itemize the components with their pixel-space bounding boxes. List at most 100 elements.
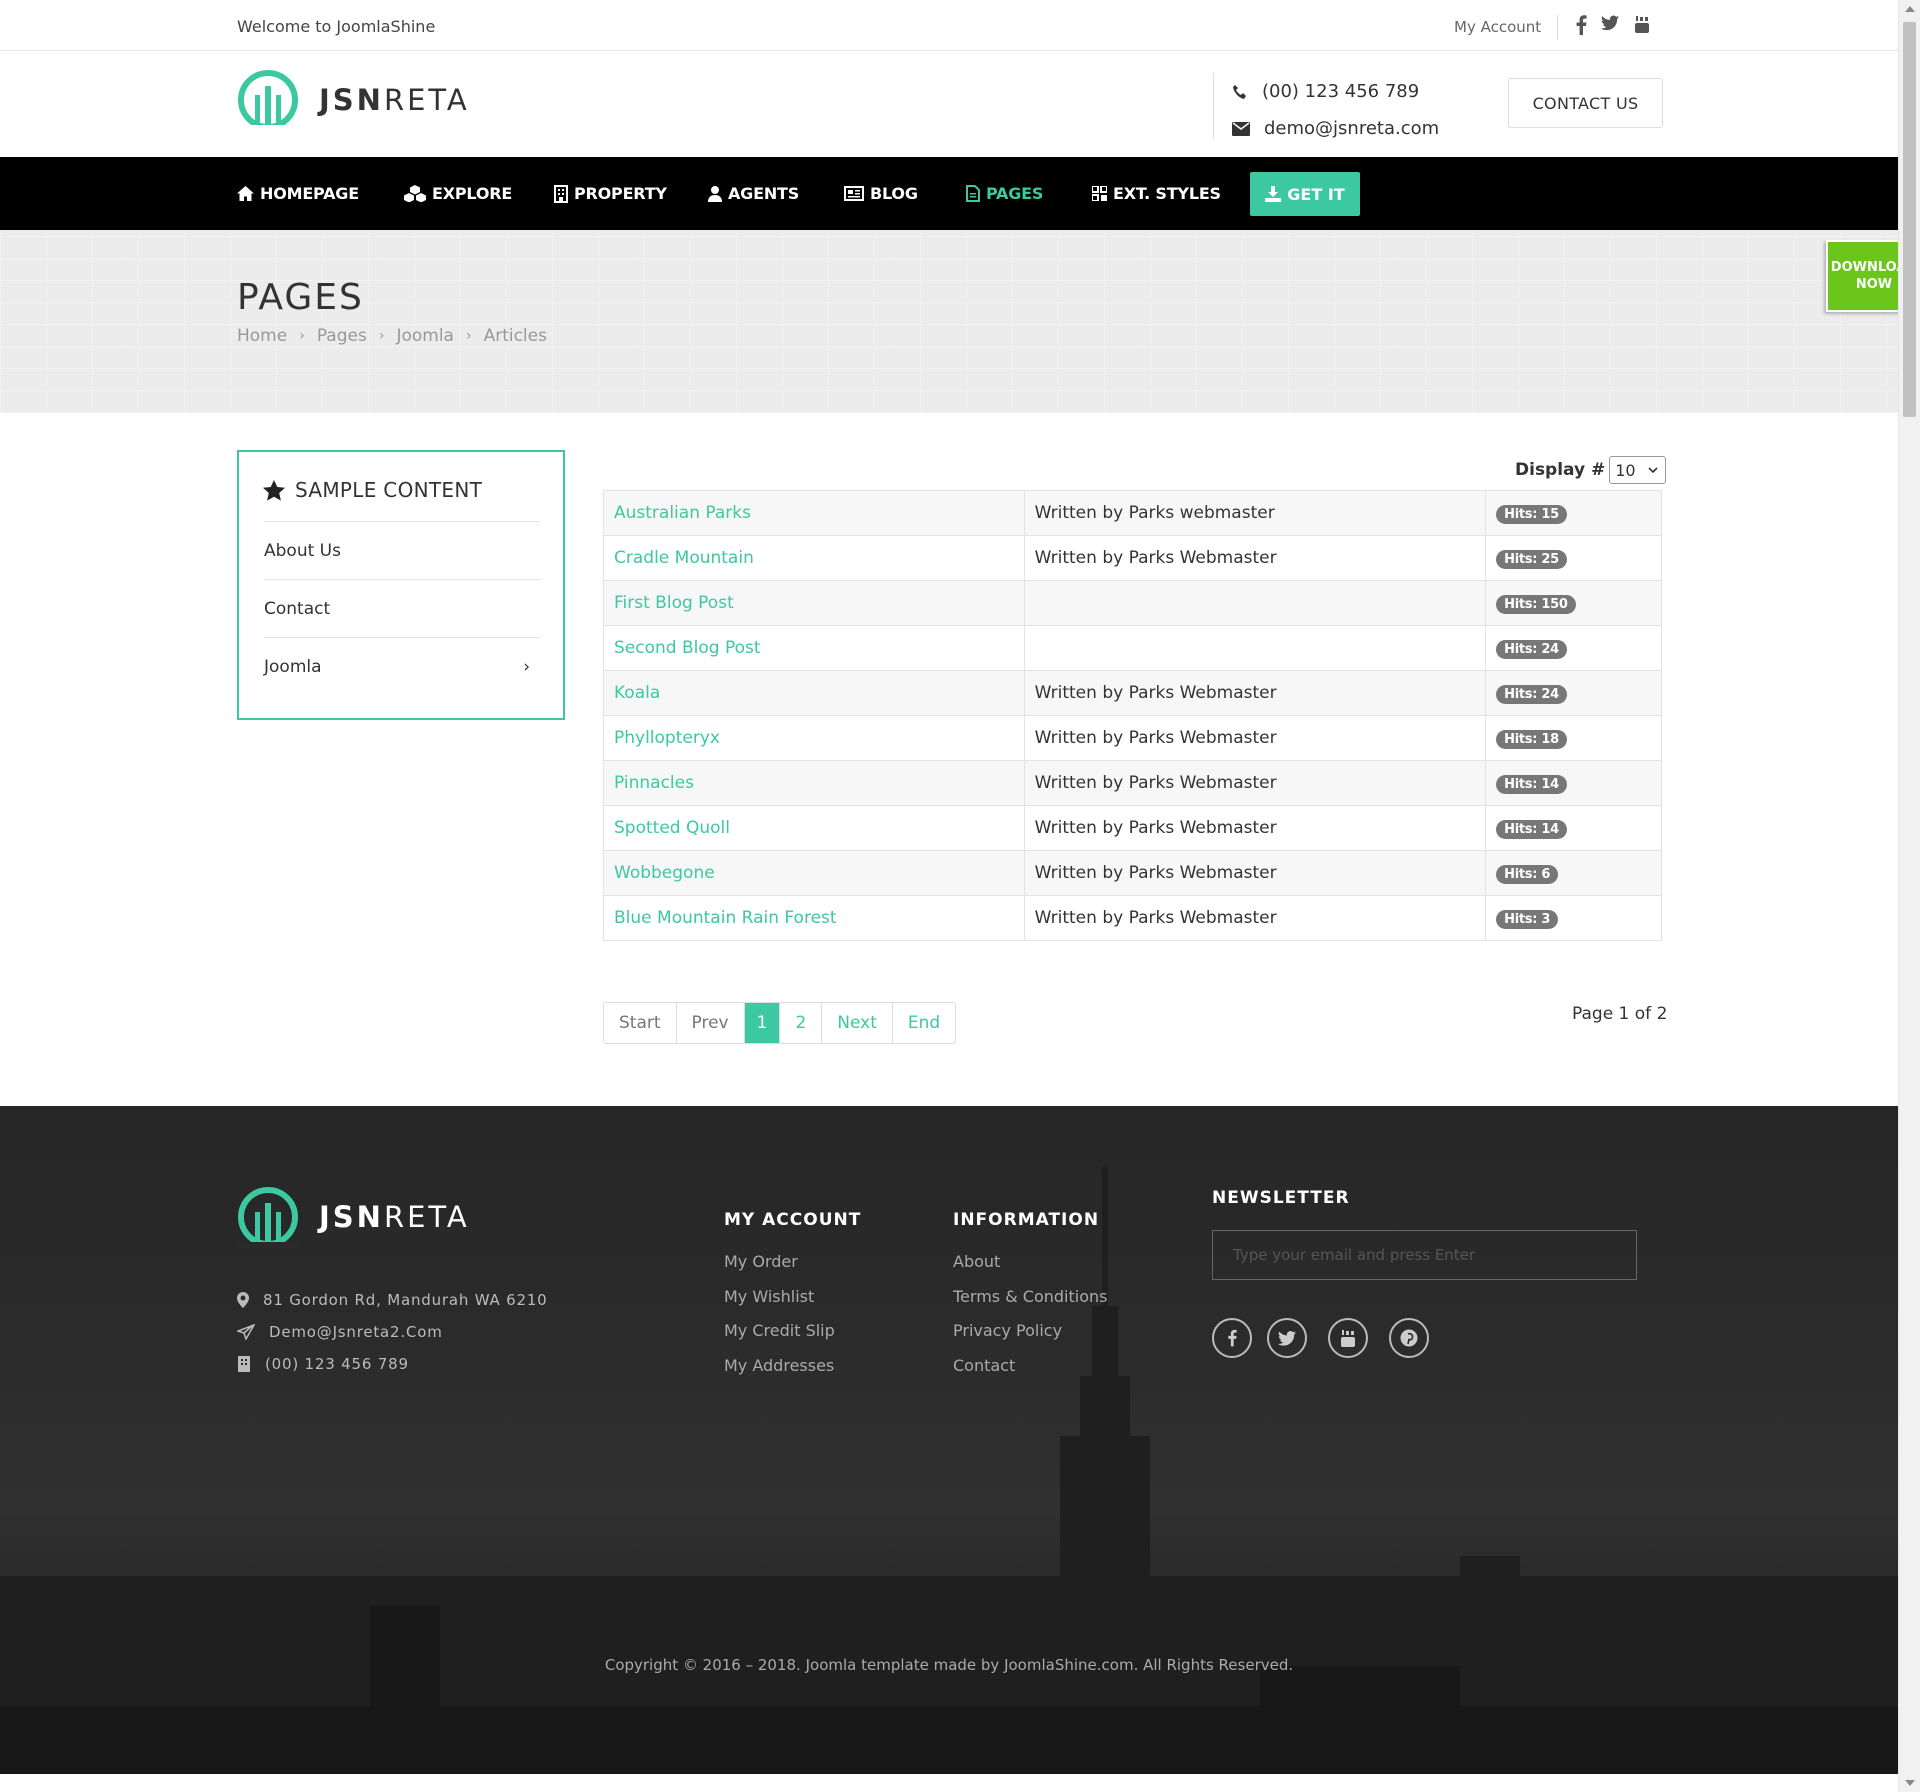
header-contact-info: (00) 123 456 789 demo@jsnreta.com bbox=[1213, 73, 1439, 139]
pagination-page-1[interactable]: 1 bbox=[744, 1003, 781, 1043]
sidebar-title: SAMPLE CONTENT bbox=[263, 478, 482, 502]
top-bar: Welcome to JoomlaShine My Account bbox=[0, 0, 1898, 51]
hits-badge: Hits: 14 bbox=[1496, 774, 1567, 794]
page-counter: Page 1 of 2 bbox=[1572, 1004, 1668, 1024]
chevron-down-icon bbox=[1648, 466, 1658, 473]
pagination: Start Prev 1 2 Next End bbox=[603, 1002, 957, 1044]
article-author: Written by Parks Webmaster bbox=[1023, 805, 1487, 851]
nav-item-blog[interactable]: BLOG bbox=[844, 157, 918, 230]
nav-item-explore[interactable]: EXPLORE bbox=[404, 157, 512, 230]
breadcrumb-pages[interactable]: Pages bbox=[317, 326, 367, 346]
site-footer: JSNRETA 81 Gordon Rd, Mandurah WA 6210 D… bbox=[0, 1106, 1898, 1774]
article-title-link[interactable]: Pinnacles bbox=[603, 760, 1025, 806]
sidebar-item-joomla[interactable]: Joomla › bbox=[264, 638, 540, 696]
footer-link-my-credit-slip[interactable]: My Credit Slip bbox=[724, 1321, 861, 1356]
pagination-next[interactable]: Next bbox=[822, 1003, 893, 1043]
page-scrollbar[interactable] bbox=[1898, 0, 1920, 1792]
header-email: demo@jsnreta.com bbox=[1232, 110, 1439, 147]
building-icon bbox=[238, 1356, 250, 1372]
article-author: Written by Parks Webmaster bbox=[1023, 535, 1487, 581]
article-title-link[interactable]: Blue Mountain Rain Forest bbox=[603, 895, 1025, 941]
footer-link-contact[interactable]: Contact bbox=[953, 1356, 1107, 1391]
scroll-up-arrow-icon[interactable] bbox=[1905, 6, 1915, 12]
article-hits-cell: Hits: 14 bbox=[1485, 760, 1662, 806]
footer-email: Demo@Jsnreta2.Com bbox=[237, 1316, 548, 1348]
hits-badge: Hits: 25 bbox=[1496, 549, 1567, 569]
newsletter-email-input[interactable]: Type your email and press Enter bbox=[1212, 1230, 1637, 1280]
get-it-button[interactable]: GET IT bbox=[1250, 172, 1360, 216]
nav-item-agents[interactable]: AGENTS bbox=[708, 157, 799, 230]
pagination-page-2[interactable]: 2 bbox=[780, 1003, 823, 1043]
table-row: Phyllopteryx Written by Parks Webmaster Hi… bbox=[603, 715, 1662, 761]
nav-item-pages[interactable]: PAGES bbox=[966, 157, 1043, 230]
article-title-link[interactable]: Koala bbox=[603, 670, 1025, 716]
breadcrumb-joomla[interactable]: Joomla bbox=[396, 326, 454, 346]
footer-link-privacy[interactable]: Privacy Policy bbox=[953, 1321, 1107, 1356]
youtube-icon[interactable] bbox=[1328, 1318, 1368, 1358]
footer-link-terms[interactable]: Terms & Conditions bbox=[953, 1287, 1107, 1322]
scrollbar-thumb[interactable] bbox=[1903, 22, 1916, 417]
map-marker-icon bbox=[237, 1292, 249, 1308]
article-author bbox=[1023, 580, 1487, 626]
article-title-link[interactable]: Spotted Quoll bbox=[603, 805, 1025, 851]
newsletter-title: NEWSLETTER bbox=[1212, 1188, 1350, 1208]
table-row: Wobbegone Written by Parks Webmaster Hits:… bbox=[603, 850, 1662, 896]
article-author bbox=[1023, 625, 1487, 671]
footer-information-title: INFORMATION bbox=[953, 1210, 1100, 1230]
article-hits-cell: Hits: 6 bbox=[1485, 850, 1662, 896]
logo-mark-icon bbox=[237, 70, 299, 131]
file-icon bbox=[966, 185, 980, 202]
main-navigation: HOMEPAGE EXPLORE PROPERTY AGENTS BLOG PA… bbox=[0, 157, 1898, 230]
copyright-text: Copyright © 2016 – 2018. Joomla template… bbox=[604, 1656, 1294, 1674]
article-author: Written by Parks Webmaster bbox=[1023, 715, 1487, 761]
breadcrumb-articles: Articles bbox=[483, 326, 547, 346]
grid-icon bbox=[1092, 186, 1107, 201]
sidebar-item-about-us[interactable]: About Us bbox=[264, 522, 540, 580]
building-icon bbox=[554, 184, 568, 203]
facebook-icon[interactable] bbox=[1575, 15, 1595, 37]
nav-item-ext-styles[interactable]: EXT. STYLES bbox=[1092, 157, 1221, 230]
article-title-link[interactable]: Wobbegone bbox=[603, 850, 1025, 896]
article-title-link[interactable]: First Blog Post bbox=[603, 580, 1025, 626]
footer-link-my-wishlist[interactable]: My Wishlist bbox=[724, 1287, 861, 1322]
article-hits-cell: Hits: 15 bbox=[1485, 490, 1662, 536]
twitter-icon[interactable] bbox=[1267, 1318, 1307, 1358]
pagination-end[interactable]: End bbox=[893, 1003, 955, 1043]
footer-link-about[interactable]: About bbox=[953, 1252, 1107, 1287]
site-logo[interactable]: JSNRETA bbox=[237, 69, 470, 131]
footer-link-my-addresses[interactable]: My Addresses bbox=[724, 1356, 861, 1391]
table-row: Koala Written by Parks Webmaster Hits: 24 bbox=[603, 670, 1662, 716]
my-account-link[interactable]: My Account bbox=[1454, 18, 1541, 36]
footer-address: 81 Gordon Rd, Mandurah WA 6210 bbox=[237, 1284, 548, 1316]
breadcrumb-home[interactable]: Home bbox=[237, 326, 287, 346]
display-limit-select[interactable]: 10 bbox=[1609, 456, 1667, 484]
article-author: Written by Parks webmaster bbox=[1023, 490, 1487, 536]
youtube-icon[interactable] bbox=[1634, 15, 1654, 37]
paper-plane-icon bbox=[237, 1324, 255, 1340]
pagination-start: Start bbox=[604, 1003, 677, 1043]
sidebar-item-contact[interactable]: Contact bbox=[264, 580, 540, 638]
hits-badge: Hits: 3 bbox=[1496, 909, 1559, 929]
contact-us-button[interactable]: CONTACT US bbox=[1508, 78, 1663, 128]
nav-item-property[interactable]: PROPERTY bbox=[554, 157, 667, 230]
scroll-down-arrow-icon[interactable] bbox=[1905, 1780, 1915, 1786]
article-hits-cell: Hits: 24 bbox=[1485, 625, 1662, 671]
footer-logo[interactable]: JSNRETA bbox=[237, 1186, 470, 1248]
facebook-icon[interactable] bbox=[1212, 1318, 1252, 1358]
footer-link-my-order[interactable]: My Order bbox=[724, 1252, 861, 1287]
nav-item-homepage[interactable]: HOMEPAGE bbox=[237, 157, 359, 230]
footer-information-column: INFORMATION About Terms & Conditions Pri… bbox=[953, 1210, 1107, 1390]
article-title-link[interactable]: Second Blog Post bbox=[603, 625, 1025, 671]
article-title-link[interactable]: Australian Parks bbox=[603, 490, 1025, 536]
footer-my-account-column: MY ACCOUNT My Order My Wishlist My Credi… bbox=[724, 1210, 861, 1390]
logo-mark-icon bbox=[237, 1187, 299, 1248]
twitter-icon[interactable] bbox=[1601, 15, 1621, 37]
table-row: Cradle Mountain Written by Parks Webmaste… bbox=[603, 535, 1662, 581]
article-title-link[interactable]: Phyllopteryx bbox=[603, 715, 1025, 761]
article-title-link[interactable]: Cradle Mountain bbox=[603, 535, 1025, 581]
envelope-icon bbox=[1232, 121, 1250, 136]
pinterest-icon[interactable] bbox=[1389, 1318, 1429, 1358]
footer-my-account-title: MY ACCOUNT bbox=[724, 1210, 862, 1230]
download-icon bbox=[1265, 186, 1282, 202]
article-hits-cell: Hits: 18 bbox=[1485, 715, 1662, 761]
